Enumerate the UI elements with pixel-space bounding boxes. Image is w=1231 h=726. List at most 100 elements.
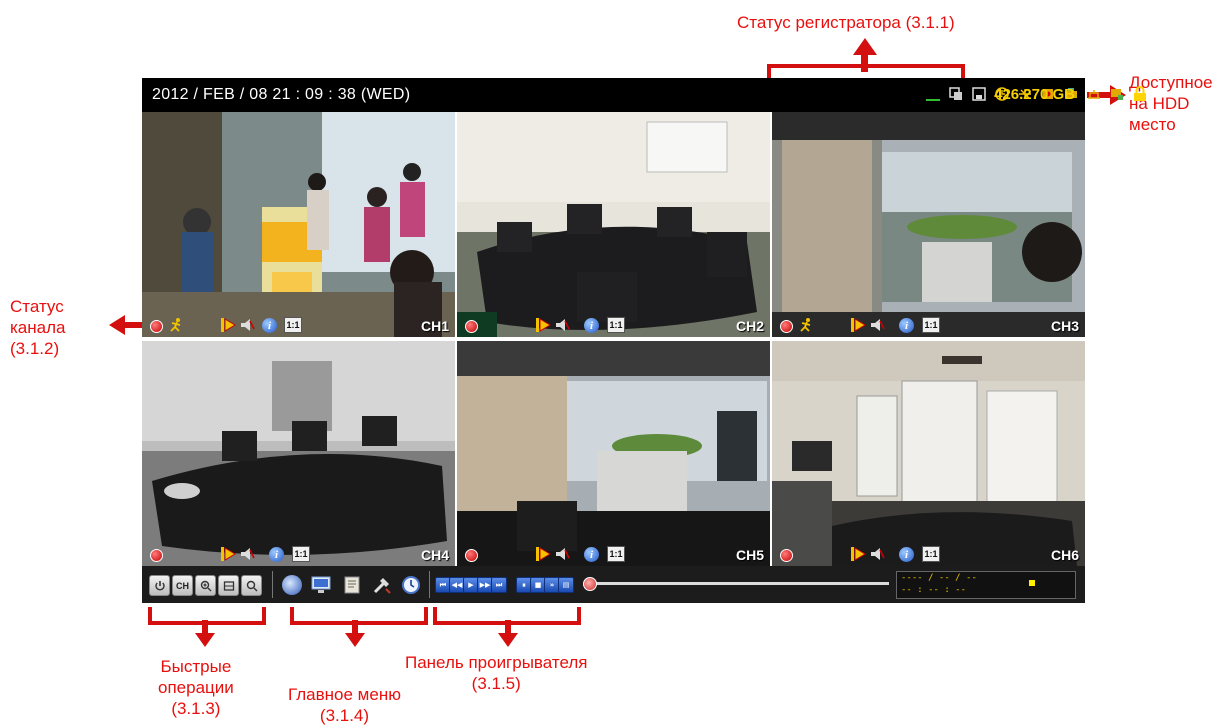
- record-icon: [150, 320, 163, 333]
- clock-menu-icon[interactable]: [401, 575, 421, 600]
- hdd-underline-icon: [924, 85, 942, 103]
- floppy-icon: [970, 85, 988, 103]
- ptz-icon: [1108, 85, 1126, 103]
- hdd-annotation-line3: место: [1129, 115, 1176, 134]
- main-menu-line2: (3.1.4): [319, 706, 370, 725]
- ratio-icon: 1:1: [922, 546, 940, 562]
- record-icon: [150, 549, 163, 562]
- playback-list-button[interactable]: ▤: [558, 577, 574, 593]
- channel-status-arrow-head: [109, 315, 125, 335]
- tools-menu-icon[interactable]: [372, 575, 392, 600]
- ratio-icon: 1:1: [607, 317, 625, 333]
- player-panel-annotation: Панель проигрывателя (3.1.5): [405, 652, 587, 694]
- playback-timeline[interactable]: [589, 582, 889, 585]
- quick-ops-arrow-head: [195, 633, 215, 647]
- audio-icon: [239, 546, 255, 562]
- dvr-screen: 2012 / FEB / 08 21 : 09 : 38 (WED) 426.2…: [142, 78, 1146, 603]
- play-icon: [850, 317, 866, 333]
- channel-button[interactable]: CH: [172, 575, 193, 596]
- ch2-scene: [457, 112, 770, 337]
- ch6-status-bar: i 1:1 CH6: [772, 542, 1085, 566]
- ratio-icon: 1:1: [607, 546, 625, 562]
- info-icon: i: [899, 318, 914, 333]
- channel-label: CH1: [420, 318, 449, 334]
- hdd-free-space: 426.270 GB: [994, 86, 1075, 103]
- player-panel-line2: (3.1.5): [471, 674, 521, 693]
- ch3-status-bar: i 1:1 CH3: [772, 313, 1085, 337]
- bottom-toolbar: CH ⏮ ◀◀ ▶ ▶▶ ⏭ ⏸ ■ » ▤ ---- / -- / -- --…: [142, 566, 1085, 603]
- audio-icon: [554, 546, 570, 562]
- quick-ops-line2: операции: [158, 678, 234, 697]
- camera-view-ch6[interactable]: i 1:1 CH6: [772, 341, 1085, 566]
- lock-icon: [1131, 85, 1149, 103]
- camera-view-ch5[interactable]: i 1:1 CH5: [457, 341, 770, 566]
- ch5-scene: [457, 341, 770, 566]
- channel-label: CH5: [735, 547, 764, 563]
- play-icon: [220, 317, 236, 333]
- info-icon: i: [269, 547, 284, 562]
- ch4-scene: [142, 341, 455, 566]
- info-icon: i: [584, 318, 599, 333]
- playback-time-display: ---- / -- / -- -- : -- : --: [896, 571, 1076, 599]
- info-icon: i: [262, 318, 277, 333]
- record-icon: [465, 549, 478, 562]
- channel-status-line1: Статус: [10, 297, 64, 316]
- notes-menu-icon[interactable]: [342, 575, 362, 600]
- ch5-status-bar: i 1:1 CH5: [457, 542, 770, 566]
- channel-status-annotation: Статус канала (3.1.2): [10, 296, 65, 359]
- playback-time: -- : -- : --: [901, 585, 967, 595]
- audio-icon: [869, 317, 885, 333]
- main-menu-line1: Главное меню: [288, 685, 401, 704]
- main-menu-arrow-head: [345, 633, 365, 647]
- ch1-status-bar: i 1:1 CH1: [142, 313, 455, 337]
- channel-label: CH2: [735, 318, 764, 334]
- copy-icon: [947, 85, 965, 103]
- recorder-status-arrow-head: [853, 38, 877, 55]
- audio-icon: [869, 546, 885, 562]
- timeline-slider-knob[interactable]: [583, 577, 597, 591]
- playback-last-button[interactable]: ⏭: [491, 577, 507, 593]
- record-icon: [780, 320, 793, 333]
- channel-status-line3: (3.1.2): [10, 339, 60, 358]
- hdd-button[interactable]: [218, 575, 239, 596]
- ch4-status-bar: i 1:1 CH4: [142, 542, 455, 566]
- hdd-annotation: Доступное на HDD место: [1129, 72, 1213, 135]
- play-icon: [850, 546, 866, 562]
- zoom-in-button[interactable]: [195, 575, 216, 596]
- datetime-display: 2012 / FEB / 08 21 : 09 : 38 (WED): [152, 86, 411, 103]
- monitor-menu-icon[interactable]: [311, 575, 331, 600]
- channel-label: CH4: [420, 547, 449, 563]
- info-icon: i: [584, 547, 599, 562]
- channel-label: CH3: [1050, 318, 1079, 334]
- power-button[interactable]: [149, 575, 170, 596]
- camera-view-ch4[interactable]: i 1:1 CH4: [142, 341, 455, 566]
- disc-menu-icon[interactable]: [282, 575, 302, 595]
- main-menu-annotation: Главное меню (3.1.4): [288, 684, 401, 726]
- toolbar-separator: [272, 571, 273, 598]
- camera-grid: i 1:1 CH1 i 1:1 CH2 i 1:1 CH3 i 1:1 CH4 …: [142, 112, 1085, 566]
- ch1-scene: [142, 112, 455, 337]
- player-panel-line1: Панель проигрывателя: [405, 653, 588, 672]
- play-icon: [535, 317, 551, 333]
- quick-ops-annotation: Быстрые операции (3.1.3): [158, 656, 234, 719]
- channel-status-line2: канала: [10, 318, 66, 337]
- record-icon: [780, 549, 793, 562]
- camera-view-ch2[interactable]: i 1:1 CH2: [457, 112, 770, 337]
- ratio-icon: 1:1: [292, 546, 310, 562]
- camera-view-ch3[interactable]: i 1:1 CH3: [772, 112, 1085, 337]
- toolbar-separator: [429, 571, 430, 598]
- status-bar: 2012 / FEB / 08 21 : 09 : 38 (WED) 426.2…: [142, 78, 1146, 112]
- main-menu-bracket: [290, 607, 428, 625]
- audio-icon: [239, 317, 255, 333]
- quick-ops-line3: (3.1.3): [171, 699, 221, 718]
- audio-icon: [554, 317, 570, 333]
- record-icon: [465, 320, 478, 333]
- ch3-scene: [772, 112, 1085, 337]
- search-button[interactable]: [241, 575, 262, 596]
- ratio-icon: 1:1: [922, 317, 940, 333]
- camera-view-ch1[interactable]: i 1:1 CH1: [142, 112, 455, 337]
- lan-icon: [1085, 85, 1103, 103]
- playback-date: ---- / -- / --: [901, 573, 977, 583]
- ch2-status-bar: i 1:1 CH2: [457, 313, 770, 337]
- quick-ops-line1: Быстрые: [160, 657, 232, 676]
